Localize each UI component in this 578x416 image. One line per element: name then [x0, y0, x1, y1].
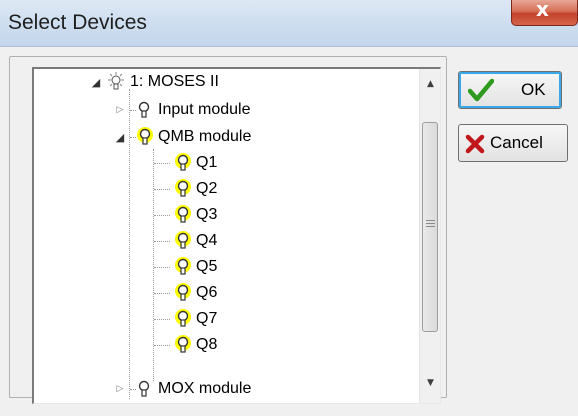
tree-node-label: Q3: [196, 206, 218, 223]
device-bulb-icon: [106, 71, 126, 93]
tree-node-label: Q4: [196, 232, 218, 249]
bulb-on-icon: [134, 126, 154, 148]
tree-node-label: Q8: [196, 336, 218, 353]
tree-connector: [154, 345, 170, 346]
dialog-title: Select Devices: [8, 11, 147, 34]
tree-node-label: MOX module: [158, 380, 252, 397]
bulb-on-icon: [172, 256, 192, 278]
tree-node-q3[interactable]: Q3: [172, 202, 217, 228]
checkmark-icon: [467, 78, 495, 107]
tree-node-root[interactable]: ◢ 1: MOSES II: [90, 69, 219, 95]
tree-node-label: Q5: [196, 258, 218, 275]
bulb-on-icon: [172, 282, 192, 304]
close-button[interactable]: x: [511, 0, 578, 26]
tree-node-q5[interactable]: Q5: [172, 254, 217, 280]
tree-node-q1[interactable]: Q1: [172, 150, 217, 176]
select-devices-dialog: Select Devices x ◢ 1: MOSES II ▷ Input m…: [0, 0, 578, 416]
device-tree[interactable]: ◢ 1: MOSES II ▷ Input module ◢ QMB modul…: [32, 67, 441, 404]
title-bar[interactable]: Select Devices x: [0, 0, 578, 47]
tree-node-qmb-module[interactable]: ◢ QMB module: [114, 124, 251, 150]
ok-button[interactable]: OK: [458, 71, 562, 109]
tree-node-label: 1: MOSES II: [130, 73, 219, 90]
tree-node-q4[interactable]: Q4: [172, 228, 217, 254]
collapse-arrow-icon[interactable]: ◢: [114, 131, 126, 144]
grip-line: [426, 223, 435, 224]
tree-connector: [154, 215, 170, 216]
close-icon: x: [536, 0, 549, 21]
expand-arrow-icon[interactable]: ▷: [114, 384, 126, 394]
bulb-on-icon: [172, 178, 192, 200]
bulb-off-icon: [134, 99, 154, 121]
tree-node-label: Q2: [196, 180, 218, 197]
tree-connector: [154, 241, 170, 242]
scroll-up-arrow-icon[interactable]: ▲: [420, 73, 440, 95]
tree-connector: [154, 319, 170, 320]
tree-node-label: Q6: [196, 284, 218, 301]
tree-node-q7[interactable]: Q7: [172, 306, 217, 332]
tree-connector: [153, 149, 154, 381]
vertical-scrollbar[interactable]: ▲ ▼: [419, 69, 440, 403]
red-x-icon: [465, 134, 485, 159]
ok-button-label: OK: [521, 80, 546, 99]
tree-connector: [154, 163, 170, 164]
scroll-down-arrow-icon[interactable]: ▼: [420, 372, 440, 394]
scroll-thumb[interactable]: [422, 122, 438, 332]
tree-node-label: Q7: [196, 310, 218, 327]
bulb-off-icon: [134, 378, 154, 400]
bulb-on-icon: [172, 204, 192, 226]
tree-node-label: QMB module: [158, 128, 252, 145]
collapse-arrow-icon[interactable]: ◢: [90, 76, 102, 89]
expand-arrow-icon[interactable]: ▷: [114, 105, 126, 115]
tree-node-mox-module[interactable]: ▷ MOX module: [114, 376, 252, 402]
tree-node-label: Input module: [158, 101, 251, 118]
tree-connector: [154, 267, 170, 268]
tree-node-label: Q1: [196, 154, 218, 171]
tree-node-q8[interactable]: Q8: [172, 332, 217, 358]
bulb-on-icon: [172, 152, 192, 174]
tree-node-input-module[interactable]: ▷ Input module: [114, 97, 251, 123]
bulb-on-icon: [172, 230, 192, 252]
grip-line: [426, 220, 435, 221]
tree-connector: [154, 293, 170, 294]
tree-node-q2[interactable]: Q2: [172, 176, 217, 202]
tree-viewport: ◢ 1: MOSES II ▷ Input module ◢ QMB modul…: [34, 69, 419, 403]
cancel-button[interactable]: Cancel: [458, 124, 568, 162]
tree-node-q6[interactable]: Q6: [172, 280, 217, 306]
cancel-button-label: Cancel: [490, 133, 543, 152]
grip-line: [426, 226, 435, 227]
tree-connector: [154, 189, 170, 190]
bulb-on-icon: [172, 334, 192, 356]
bulb-on-icon: [172, 308, 192, 330]
